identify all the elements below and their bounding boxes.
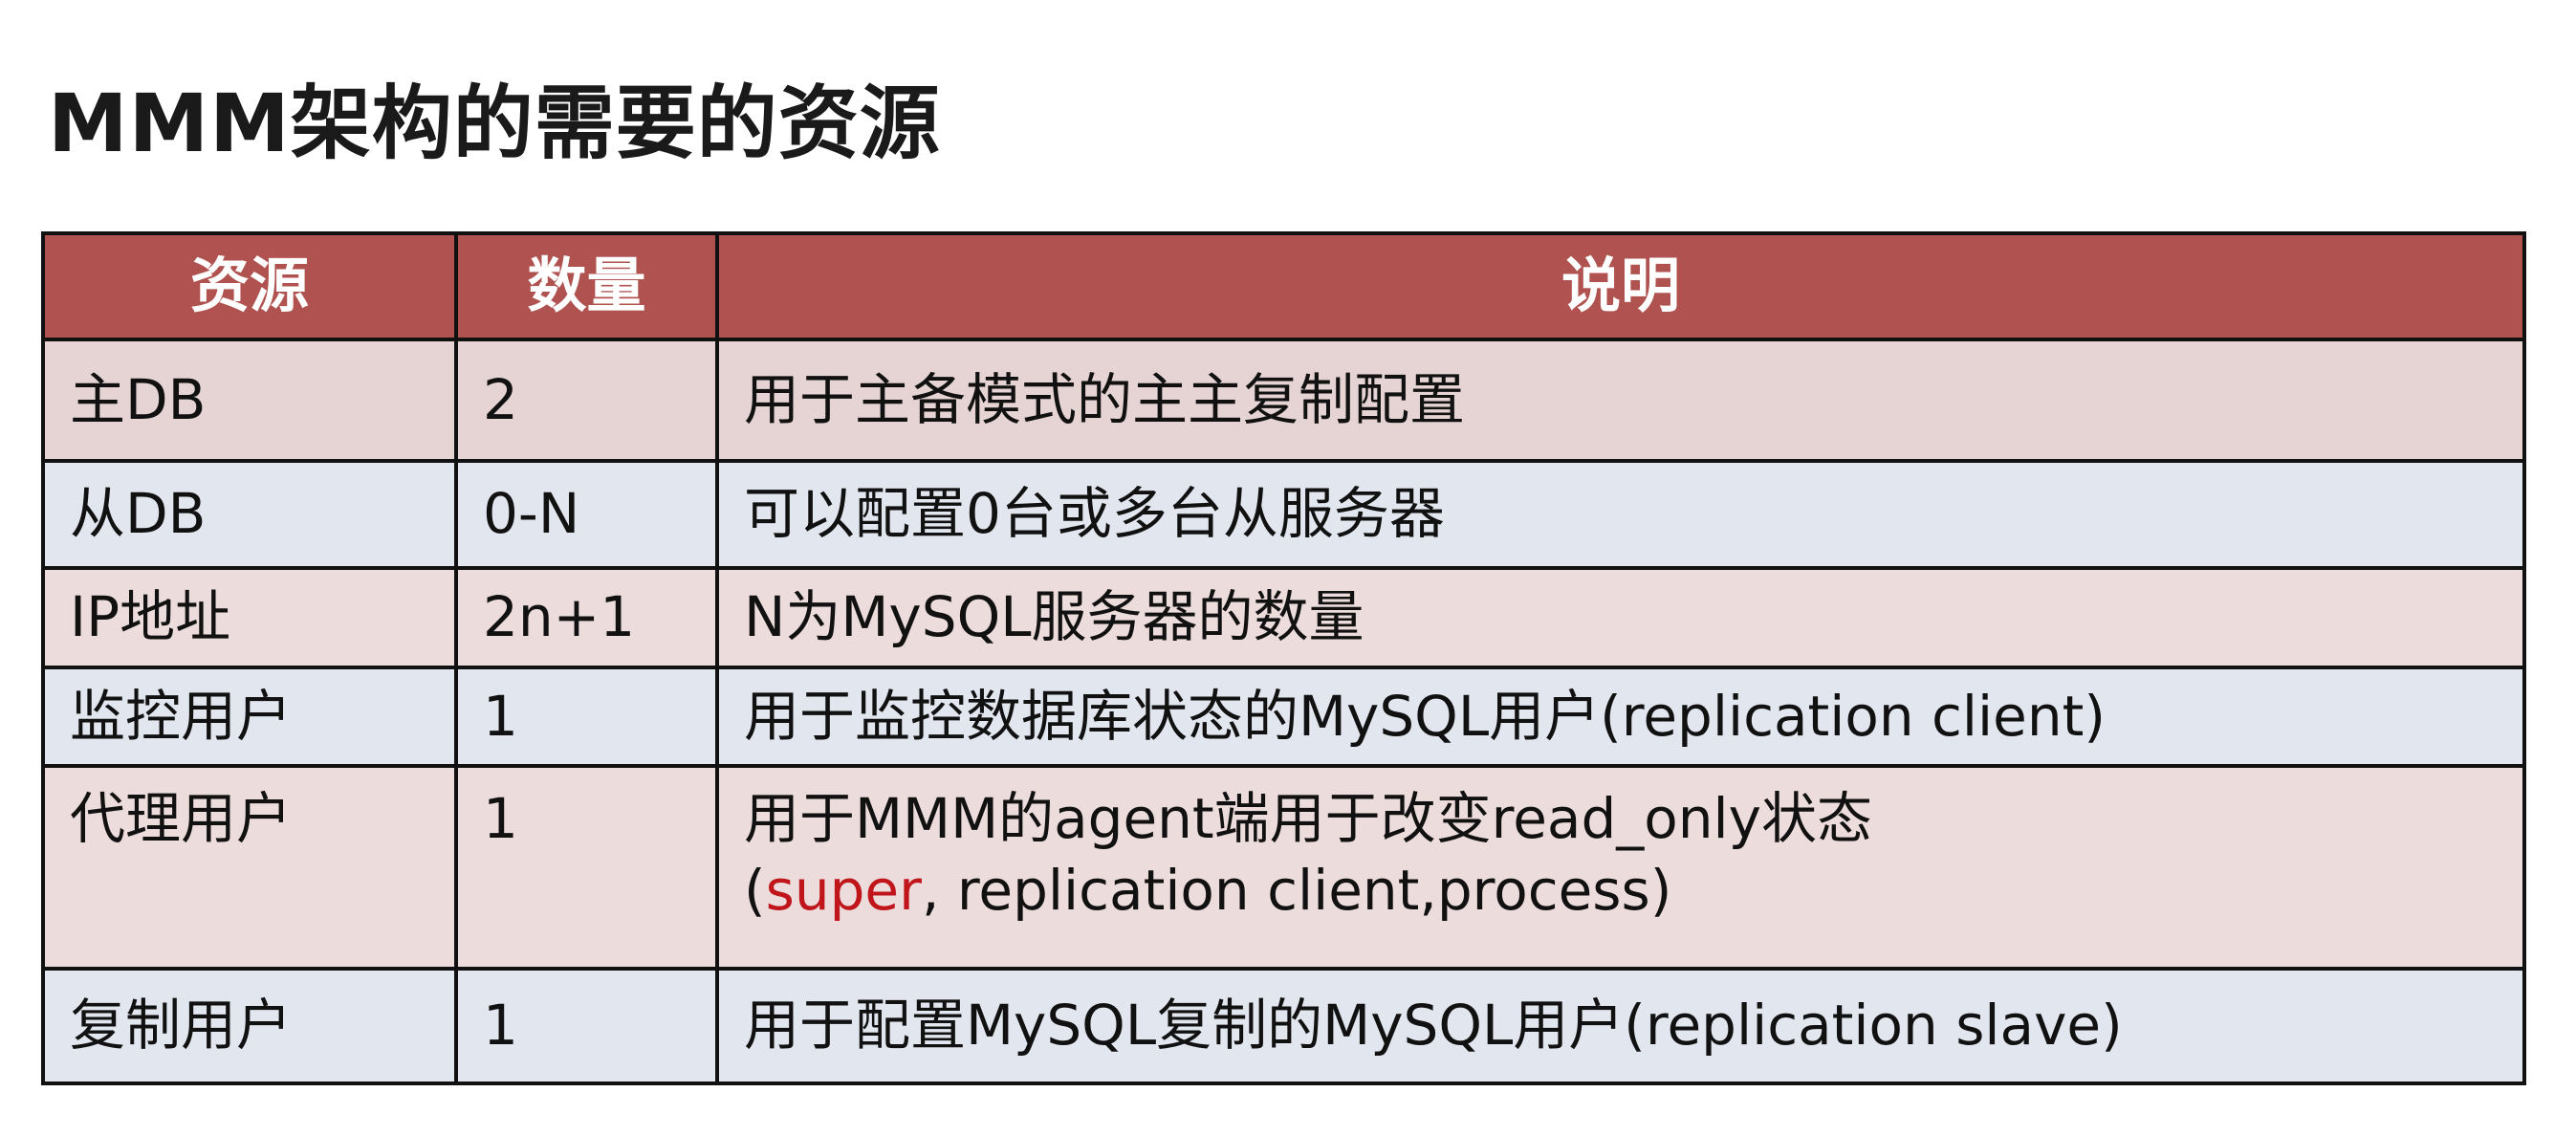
cell-resource: 复制用户 [41,967,458,1085]
cell-count: 2 [454,338,719,463]
cell-resource: IP地址 [41,566,458,669]
cell-description: 用于配置MySQL复制的MySQL用户(replication slave) [715,967,2526,1085]
cell-resource: 主DB [41,338,458,463]
resource-table: 资源 数量 说明 主DB 2 用于主备模式的主主复制配置 从DB 0-N 可以配… [41,231,2526,1085]
header-resource: 资源 [41,231,458,341]
cell-description: 用于监控数据库状态的MySQL用户(replication client) [715,666,2526,768]
table-row: 复制用户 1 用于配置MySQL复制的MySQL用户(replication s… [41,967,2526,1085]
cell-description: 可以配置0台或多台从服务器 [715,459,2526,570]
description-line-1: 用于MMM的agent端用于改变read_only状态 [744,786,1872,851]
description-line-2: (super, replication client,process) [744,855,2498,927]
cell-count: 2n+1 [454,566,719,669]
table-row: 代理用户 1 用于MMM的agent端用于改变read_only状态 (supe… [41,764,2526,971]
header-count: 数量 [454,231,719,341]
page-title: MMM架构的需要的资源 [48,76,941,170]
header-description: 说明 [715,231,2526,341]
table-row: IP地址 2n+1 N为MySQL服务器的数量 [41,566,2526,669]
cell-description: 用于MMM的agent端用于改变read_only状态 (super, repl… [715,764,2526,971]
cell-description: 用于主备模式的主主复制配置 [715,338,2526,463]
cell-count: 0-N [454,459,719,570]
cell-description: N为MySQL服务器的数量 [715,566,2526,669]
description-rest: , replication client,process) [921,858,1672,924]
paren-open: ( [744,858,766,924]
highlight-super: super [765,858,922,924]
table-header: 资源 数量 说明 [41,231,2526,341]
cell-count: 1 [454,967,719,1085]
cell-resource: 监控用户 [41,666,458,768]
table-row: 从DB 0-N 可以配置0台或多台从服务器 [41,459,2526,570]
cell-count: 1 [454,666,719,768]
table-row: 监控用户 1 用于监控数据库状态的MySQL用户(replication cli… [41,666,2526,768]
cell-resource: 代理用户 [41,764,458,971]
cell-count: 1 [454,764,719,971]
cell-resource: 从DB [41,459,458,570]
table-row: 主DB 2 用于主备模式的主主复制配置 [41,338,2526,463]
